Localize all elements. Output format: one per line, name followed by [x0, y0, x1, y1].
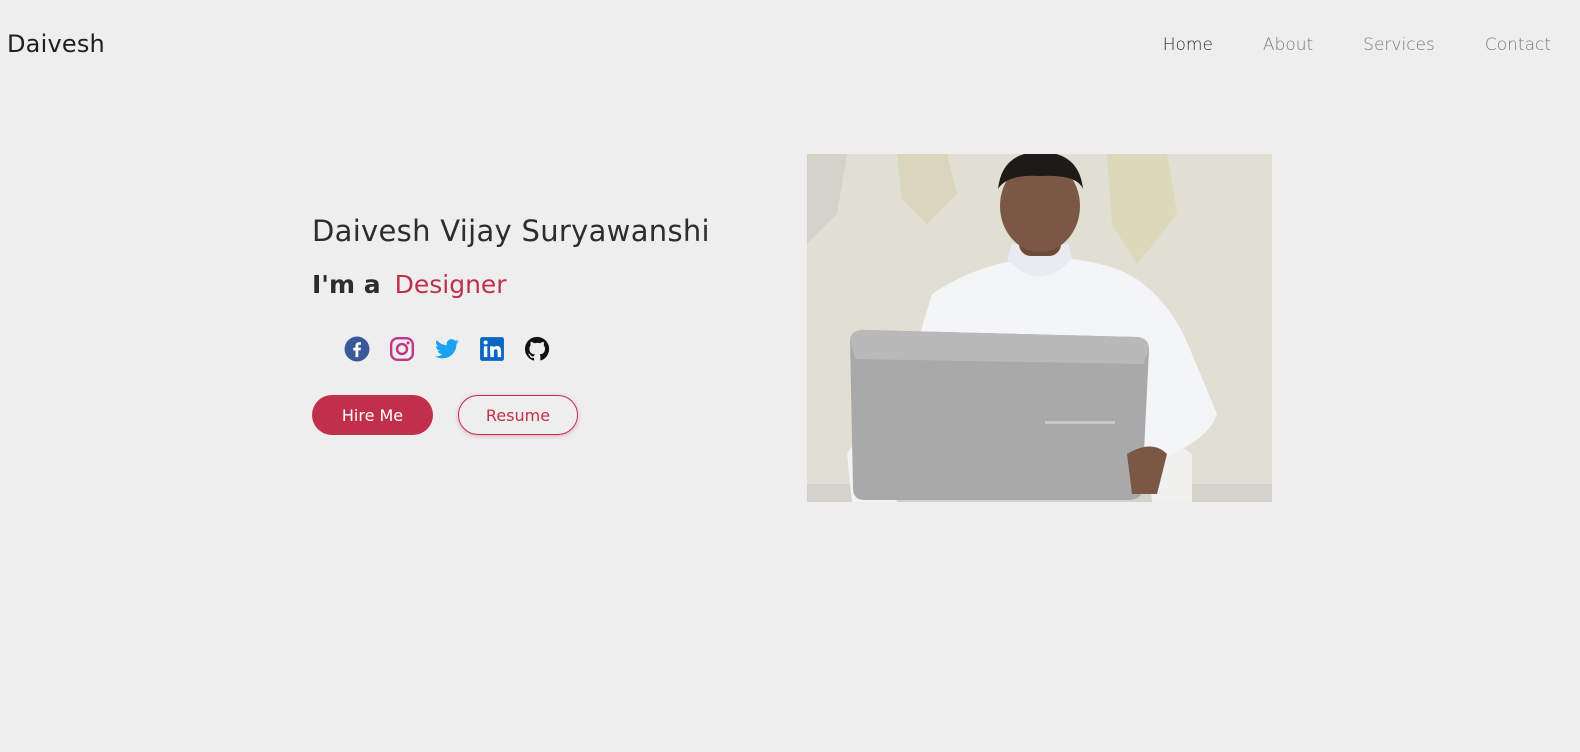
facebook-icon[interactable] — [344, 336, 370, 362]
tagline-prefix: I'm a — [312, 270, 381, 299]
tagline-role: Designer — [394, 270, 507, 299]
brand-logo[interactable]: Daivesh — [7, 30, 105, 58]
nav-home[interactable]: Home — [1163, 35, 1213, 55]
nav-contact[interactable]: Contact — [1485, 35, 1551, 55]
hero-name: Daivesh Vijay Suryawanshi — [312, 214, 710, 248]
profile-photo — [807, 154, 1272, 502]
github-icon[interactable] — [524, 336, 550, 362]
main-nav: Home About Services Contact — [1113, 35, 1551, 55]
hire-me-button[interactable]: Hire Me — [312, 395, 433, 435]
site-header: Daivesh Home About Services Contact — [0, 0, 1580, 92]
resume-button[interactable]: Resume — [458, 395, 578, 435]
hero-tagline: I'm a Designer — [312, 270, 772, 299]
hero-intro: Daivesh Vijay Suryawanshi I'm a Designer — [312, 214, 772, 299]
social-links — [344, 336, 550, 362]
linkedin-icon[interactable] — [479, 336, 505, 362]
instagram-icon[interactable] — [389, 336, 415, 362]
nav-services[interactable]: Services — [1363, 35, 1435, 55]
twitter-icon[interactable] — [434, 336, 460, 362]
nav-about[interactable]: About — [1263, 35, 1313, 55]
hero-actions: Hire Me Resume — [312, 395, 578, 435]
